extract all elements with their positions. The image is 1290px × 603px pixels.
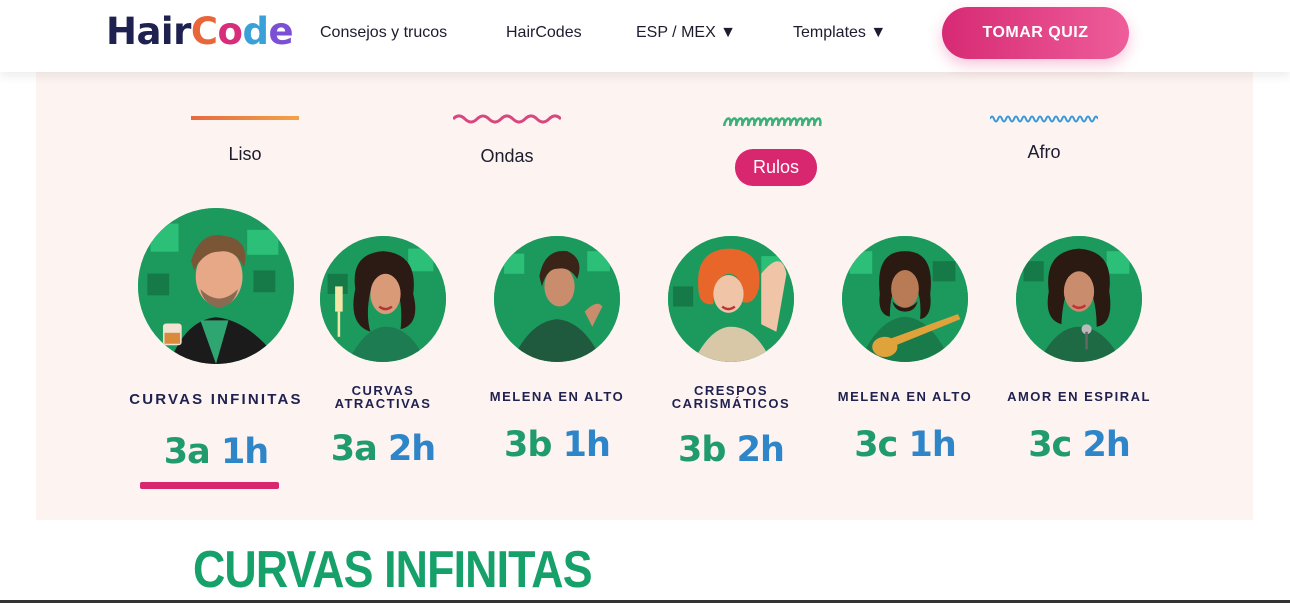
avatar-woman-curly xyxy=(320,236,446,362)
tab-label: Afro xyxy=(1027,142,1061,162)
haircode-label: 3b 2h xyxy=(678,430,785,470)
tab-afro[interactable]: Afro xyxy=(990,114,1098,163)
avatar-man-curly xyxy=(138,208,294,364)
style-card-melena-en-alto[interactable]: MELENA EN ALTO 3b 1h xyxy=(482,236,632,476)
nav-templates[interactable]: Templates ▼ xyxy=(793,24,886,42)
tab-label: Ondas xyxy=(480,146,534,166)
haircode-label: 3a 1h xyxy=(163,432,269,472)
nav-language-select[interactable]: ESP / MEX ▼ xyxy=(636,24,736,42)
style-card-curvas-atractivas[interactable]: CURVAS ATRACTIVAS 3a 2h xyxy=(308,236,458,476)
avatar-woman-red-curly xyxy=(668,236,794,362)
tab-liso[interactable]: Liso xyxy=(191,114,299,165)
style-name-line: CARISMÁTICOS xyxy=(671,396,791,411)
wavy-line-icon xyxy=(453,114,561,124)
style-name: AMOR EN ESPIRAL xyxy=(1007,389,1151,404)
haircode-label: 3c 1h xyxy=(854,425,957,465)
tab-ondas[interactable]: Ondas xyxy=(453,112,561,167)
curly-line-icon xyxy=(722,117,822,127)
tab-rulos[interactable]: Rulos xyxy=(722,114,830,186)
haircode-label: 3c 2h xyxy=(1028,425,1131,465)
style-name-line: ATRACTIVAS xyxy=(334,396,432,411)
style-name: MELENA EN ALTO xyxy=(489,389,625,404)
section-title: CURVAS INFINITAS xyxy=(193,541,593,599)
nav-consejos[interactable]: Consejos y trucos xyxy=(320,24,447,42)
haircode-logo[interactable]: HairCode xyxy=(106,10,294,53)
site-header: HairCode Consejos y trucos HairCodes ESP… xyxy=(0,0,1290,72)
style-card-crespos-carismaticos[interactable]: CRESPOS CARISMÁTICOS 3b 2h xyxy=(656,236,806,476)
tab-label: Liso xyxy=(228,144,262,164)
style-card-melena-en-alto-2[interactable]: MELENA EN ALTO 3c 1h xyxy=(830,236,980,476)
take-quiz-button[interactable]: TOMAR QUIZ xyxy=(942,7,1129,59)
tab-label-selected: Rulos xyxy=(734,149,818,186)
coily-line-icon xyxy=(990,115,1098,123)
avatar-woman-singer xyxy=(1016,236,1142,362)
style-card-amor-en-espiral[interactable]: AMOR EN ESPIRAL 3c 2h xyxy=(1004,236,1154,476)
avatar-man-guitar xyxy=(842,236,968,362)
selected-underline xyxy=(140,482,279,489)
style-name: MELENA EN ALTO xyxy=(837,389,973,404)
haircode-label: 3a 2h xyxy=(330,429,436,469)
nav-haircodes[interactable]: HairCodes xyxy=(506,24,582,42)
hair-selector-panel: Liso Ondas Rulos Afro CURVAS INFINITAS 3… xyxy=(36,72,1253,520)
haircode-label: 3b 1h xyxy=(504,425,611,465)
style-name: CURVAS INFINITAS xyxy=(129,391,303,408)
straight-line-icon xyxy=(191,116,299,120)
avatar-man-wavy xyxy=(494,236,620,362)
style-card-curvas-infinitas[interactable]: CURVAS INFINITAS 3a 1h xyxy=(126,208,306,498)
